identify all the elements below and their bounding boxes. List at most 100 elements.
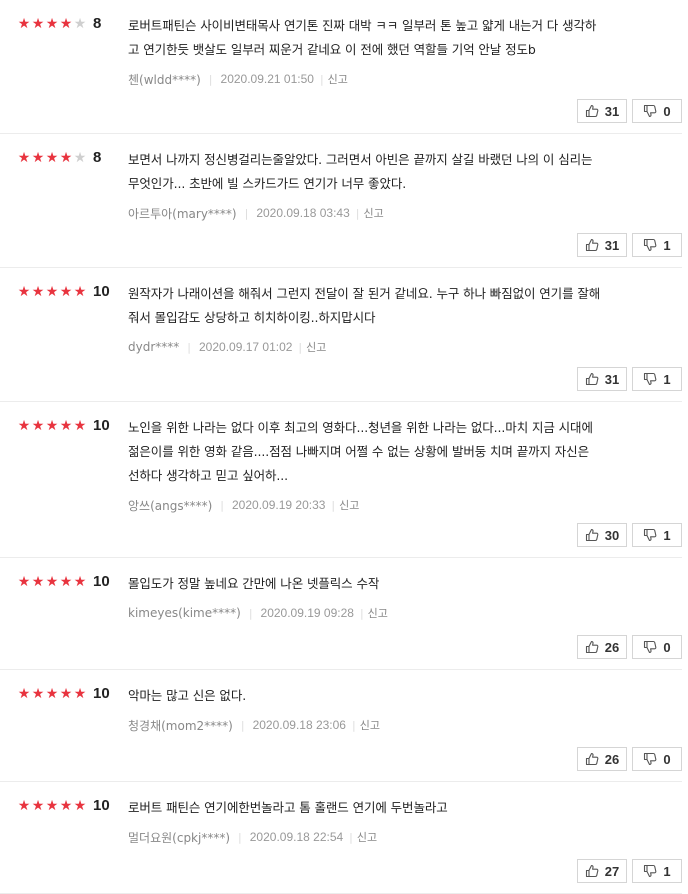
rating-score: 10 <box>93 417 110 434</box>
star-icon: ★ <box>17 418 31 434</box>
star-icon: ★ <box>31 798 45 814</box>
thumbs-up-icon <box>585 528 599 542</box>
review-text-line: 보면서 나까지 정신병걸리는줄알았다. 그러면서 아빈은 끝까지 살길 바랬던 … <box>128 152 593 167</box>
reviewer-name[interactable]: 청경채(mom2****) <box>128 717 233 734</box>
rating-score: 10 <box>93 283 110 300</box>
dislike-count: 0 <box>663 103 671 119</box>
thumbs-up-icon <box>585 372 599 386</box>
star-icon: ★ <box>59 150 73 166</box>
star-icon: ★ <box>31 150 45 166</box>
like-button[interactable]: 30 <box>577 523 627 547</box>
like-button[interactable]: 31 <box>577 367 627 391</box>
vote-buttons: 31 1 <box>577 233 682 257</box>
thumbs-down-icon <box>644 238 657 252</box>
star-icon: ★ <box>73 16 87 32</box>
divider: | <box>248 606 253 620</box>
like-button[interactable]: 26 <box>577 747 627 771</box>
star-icon: ★ <box>45 16 59 32</box>
review-body: 노인을 위한 나라는 없다 이후 최고의 영화다...청년을 위한 나라는 없다… <box>128 416 653 514</box>
review-item: ★ ★ ★ ★ ★ 10 노인을 위한 나라는 없다 이후 최고의 영화다...… <box>0 402 682 558</box>
dislike-count: 1 <box>663 237 671 253</box>
review-text: 로버트패틴슨 사이비변태목사 연기톤 진짜 대박 ㅋㅋ 일부러 톤 높고 얇게 … <box>128 14 653 62</box>
like-count: 26 <box>604 639 620 655</box>
review-body: 몰입도가 정말 높네요 간만에 나온 넷플릭스 수작 kimeyes(kime*… <box>128 572 653 622</box>
reviewer-name[interactable]: 첸(wldd****) <box>128 71 201 88</box>
report-link[interactable]: 신고 <box>368 605 388 621</box>
dislike-button[interactable]: 1 <box>632 233 682 257</box>
like-button[interactable]: 26 <box>577 635 627 659</box>
review-meta: 청경채(mom2****) | 2020.09.18 23:06 | 신고 <box>128 716 653 734</box>
vote-buttons: 30 1 <box>577 523 682 547</box>
divider: | <box>351 718 356 732</box>
star-icon: ★ <box>17 16 31 32</box>
review-date: 2020.09.21 01:50 <box>220 72 314 86</box>
dislike-button[interactable]: 0 <box>632 99 682 123</box>
review-text-line: 젊은이를 위한 영화 같음....점점 나빠지며 어쩔 수 없는 상황에 발버둥… <box>128 444 589 459</box>
dislike-button[interactable]: 1 <box>632 859 682 883</box>
rating-score: 8 <box>93 149 102 166</box>
review-text: 노인을 위한 나라는 없다 이후 최고의 영화다...청년을 위한 나라는 없다… <box>128 416 653 488</box>
report-link[interactable]: 신고 <box>357 829 377 845</box>
dislike-button[interactable]: 1 <box>632 367 682 391</box>
star-rating: ★ ★ ★ ★ ★ 10 <box>17 417 110 434</box>
star-icon: ★ <box>31 418 45 434</box>
thumbs-down-icon <box>644 640 657 654</box>
star-icon: ★ <box>45 418 59 434</box>
like-button[interactable]: 31 <box>577 233 627 257</box>
rating-score: 10 <box>93 685 110 702</box>
like-button[interactable]: 27 <box>577 859 627 883</box>
review-text: 원작자가 나래이션을 해줘서 그런지 전달이 잘 된거 같네요. 누구 하나 빠… <box>128 282 653 330</box>
review-date: 2020.09.18 22:54 <box>249 830 344 844</box>
thumbs-down-icon <box>644 528 657 542</box>
review-text-line: 노인을 위한 나라는 없다 이후 최고의 영화다...청년을 위한 나라는 없다… <box>128 420 593 435</box>
review-text: 보면서 나까지 정신병걸리는줄알았다. 그러면서 아빈은 끝까지 살길 바랬던 … <box>128 148 653 196</box>
star-icon: ★ <box>45 150 59 166</box>
rating-score: 10 <box>93 797 110 814</box>
thumbs-up-icon <box>585 752 599 766</box>
star-rating: ★ ★ ★ ★ ★ 10 <box>17 685 110 702</box>
review-meta: 멀더요원(cpkj****) | 2020.09.18 22:54 | 신고 <box>128 828 653 846</box>
thumbs-down-icon <box>644 864 657 878</box>
like-count: 31 <box>604 237 620 253</box>
review-text-line: 줘서 몰입감도 상당하고 히치하이킹..하지맙시다 <box>128 310 376 325</box>
reviewer-name[interactable]: 멀더요원(cpkj****) <box>128 829 230 846</box>
dislike-count: 1 <box>663 371 671 387</box>
vote-buttons: 26 0 <box>577 747 682 771</box>
dislike-button[interactable]: 0 <box>632 747 682 771</box>
star-icon: ★ <box>59 574 73 590</box>
star-icon: ★ <box>31 16 45 32</box>
review-meta: 앙쓰(angs****) | 2020.09.19 20:33 | 신고 <box>128 496 653 514</box>
thumbs-down-icon <box>644 104 657 118</box>
star-icon: ★ <box>31 284 45 300</box>
vote-buttons: 26 0 <box>577 635 682 659</box>
rating-score: 8 <box>93 15 102 32</box>
review-meta: 첸(wldd****) | 2020.09.21 01:50 | 신고 <box>128 70 653 88</box>
dislike-count: 1 <box>663 527 671 543</box>
divider: | <box>359 606 364 620</box>
thumbs-up-icon <box>585 238 599 252</box>
review-date: 2020.09.18 23:06 <box>252 718 346 732</box>
vote-buttons: 27 1 <box>577 859 682 883</box>
star-icon: ★ <box>17 284 31 300</box>
report-link[interactable]: 신고 <box>339 497 359 513</box>
review-item: ★ ★ ★ ★ ★ 10 악마는 많고 신은 없다. 청경채(mom2****)… <box>0 670 682 782</box>
report-link[interactable]: 신고 <box>306 339 326 355</box>
like-count: 31 <box>604 371 620 387</box>
reviewer-name[interactable]: 아르투아(mary****) <box>128 205 237 222</box>
review-date: 2020.09.17 01:02 <box>199 340 293 354</box>
star-icon: ★ <box>73 686 87 702</box>
report-link[interactable]: 신고 <box>328 71 348 87</box>
star-icon: ★ <box>45 686 59 702</box>
like-button[interactable]: 31 <box>577 99 627 123</box>
dislike-button[interactable]: 1 <box>632 523 682 547</box>
divider: | <box>240 718 245 732</box>
report-link[interactable]: 신고 <box>360 717 380 733</box>
reviewer-name[interactable]: dydr**** <box>128 340 179 354</box>
dislike-button[interactable]: 0 <box>632 635 682 659</box>
reviewer-name[interactable]: 앙쓰(angs****) <box>128 497 212 514</box>
review-text: 로버트 패틴슨 연기에한번놀라고 톰 홀랜드 연기에 두번놀라고 <box>128 796 653 820</box>
reviewer-name[interactable]: kimeyes(kime****) <box>128 606 241 620</box>
report-link[interactable]: 신고 <box>363 205 383 221</box>
review-date: 2020.09.19 09:28 <box>260 606 354 620</box>
like-count: 31 <box>604 103 620 119</box>
